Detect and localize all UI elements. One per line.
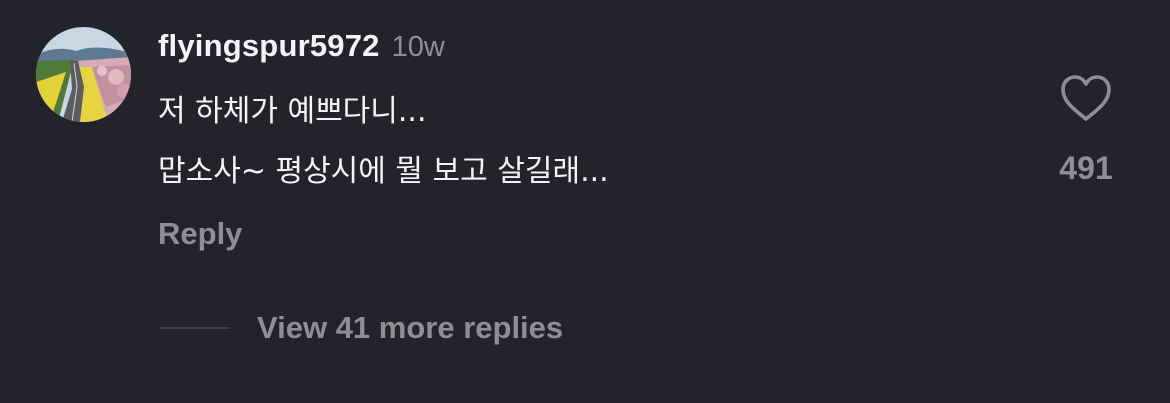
reply-button[interactable]: Reply [158,216,242,252]
comment-item: flyingspur5972 10w 저 하체가 예쁘다니... 맙소사~ 평상… [0,0,1170,403]
comment-header: flyingspur5972 10w [158,28,445,68]
comment-text-line: 맙소사~ 평상시에 뭘 보고 살길래... [158,154,609,189]
replies-divider [160,327,230,329]
view-more-replies-label: View 41 more replies [257,310,564,345]
avatar-image [36,27,131,122]
heart-outline-icon [1061,75,1111,121]
comment-text-line: 저 하체가 예쁘다니... [158,94,427,129]
timestamp: 10w [391,31,445,63]
like-count: 491 [1059,150,1113,186]
username[interactable]: flyingspur5972 [158,28,380,64]
view-more-replies-button[interactable]: View 41 more replies [160,306,563,350]
avatar[interactable] [36,27,131,122]
like-button[interactable] [1058,72,1114,124]
